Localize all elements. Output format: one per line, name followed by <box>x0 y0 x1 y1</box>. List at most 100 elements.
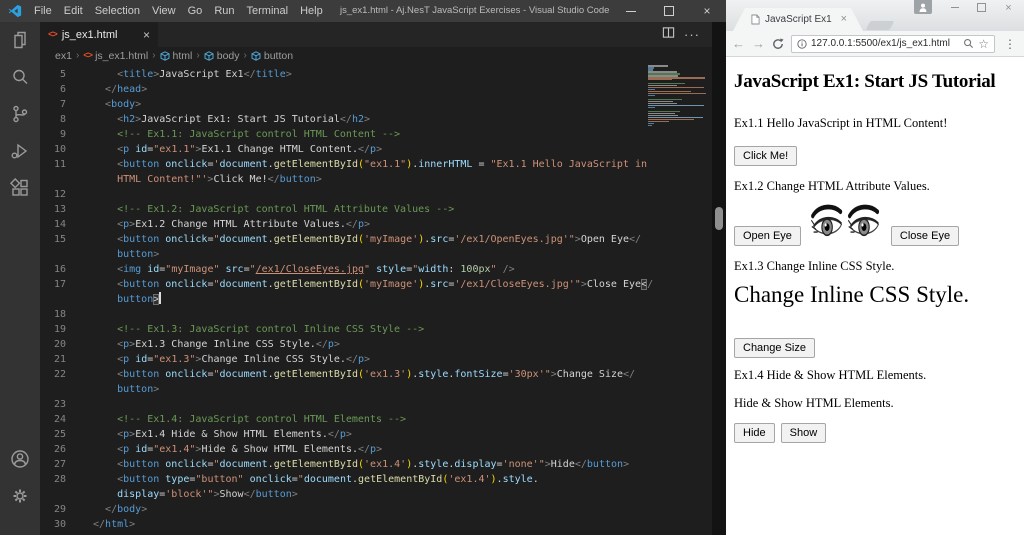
settings-gear-icon[interactable] <box>8 484 32 508</box>
minimize-icon[interactable] <box>941 0 968 15</box>
activity-bar <box>0 22 40 535</box>
forward-icon[interactable]: → <box>752 37 765 50</box>
hide-button[interactable]: Hide <box>734 423 775 444</box>
extensions-icon[interactable] <box>8 176 32 200</box>
ex1-2-text: Ex1.2 Change HTML Attribute Values. <box>734 179 930 194</box>
menu-terminal[interactable]: Terminal <box>241 0 295 22</box>
bookmark-star-icon[interactable]: ☆ <box>978 38 989 50</box>
maximize-icon[interactable] <box>968 0 995 15</box>
symbol-cube-icon <box>251 50 261 61</box>
menu-help[interactable]: Help <box>294 0 329 22</box>
code-text: <h2>JavaScript Ex1: Start JS Tutorial</h… <box>117 114 371 125</box>
code-line: 19 <!-- Ex1.3: JavaScript control Inline… <box>40 322 712 337</box>
profile-icon[interactable] <box>914 0 932 14</box>
breadcrumb-item-ex1[interactable]: ex1 <box>55 50 72 62</box>
breadcrumb-item-js-ex1-html[interactable]: <> js_ex1.html <box>83 50 148 62</box>
menu-go[interactable]: Go <box>182 0 209 22</box>
breadcrumb-item-body[interactable]: body <box>204 50 240 62</box>
window-edge-strip <box>712 22 726 535</box>
code-line: HTML Content!"'>Click Me!</button> <box>40 172 712 187</box>
scrollbar-grip[interactable] <box>715 207 723 230</box>
menubar: File Edit Selection View Go Run Terminal Help <box>28 0 329 22</box>
show-button[interactable]: Show <box>780 423 827 444</box>
menu-view[interactable]: View <box>146 0 182 22</box>
close-tab-icon[interactable]: × <box>841 14 847 25</box>
code-line: 12 <box>40 187 712 202</box>
window-title: js_ex1.html - Aj.NesT JavaScript Exercis… <box>340 5 610 16</box>
code-line: 20 <p>Ex1.3 Change Inline CSS Style.</p> <box>40 337 712 352</box>
open-eye-button[interactable]: Open Eye <box>734 226 801 247</box>
editor-tab-js-ex1[interactable]: <> js_ex1.html × <box>40 22 158 47</box>
breadcrumb-label: body <box>216 49 240 62</box>
code-line: 22 <button onclick="document.getElementB… <box>40 367 712 382</box>
code-text: display='block'">Show</button> <box>117 489 298 500</box>
menu-run[interactable]: Run <box>208 0 240 22</box>
line-number: 16 <box>53 264 66 275</box>
vscode-titlebar: File Edit Selection View Go Run Terminal Help j… <box>0 0 726 22</box>
change-size-button[interactable]: Change Size <box>734 338 815 359</box>
line-number: 14 <box>53 219 66 230</box>
account-icon[interactable] <box>8 447 32 471</box>
url-text[interactable]: 127.0.0.1:5500/ex1/js_ex1.html <box>811 38 959 49</box>
code-text: <title>JavaScript Ex1</title> <box>117 69 292 80</box>
reload-icon[interactable] <box>772 37 784 50</box>
minimize-icon[interactable] <box>612 0 650 22</box>
explorer-icon[interactable] <box>8 28 32 52</box>
split-editor-icon[interactable] <box>662 26 675 44</box>
minimap-line <box>648 86 704 89</box>
line-number: 26 <box>53 444 66 455</box>
menu-selection[interactable]: Selection <box>89 0 146 22</box>
minimap-line <box>648 92 706 95</box>
minimap-line <box>648 104 704 107</box>
close-icon[interactable]: × <box>688 0 726 22</box>
code-text: <img id="myImage" src="/ex1/CloseEyes.jp… <box>117 264 515 275</box>
line-number: 13 <box>53 204 66 215</box>
minimap-line <box>648 78 672 81</box>
line-number <box>40 487 66 502</box>
code-text: </head> <box>105 84 148 95</box>
line-number: 17 <box>53 279 66 290</box>
line-number <box>40 382 66 397</box>
close-eye-button[interactable]: Close Eye <box>890 226 960 247</box>
close-icon[interactable]: × <box>995 0 1022 15</box>
more-actions-icon[interactable]: ··· <box>684 28 700 41</box>
code-text: <button onclick="document.getElementById… <box>117 279 654 290</box>
zoom-icon[interactable] <box>963 38 974 49</box>
code-text: <!-- Ex1.4: JavaScript control HTML Elem… <box>117 414 407 425</box>
browser-tab[interactable]: JavaScript Ex1 × <box>733 8 863 31</box>
click-me-button[interactable]: Click Me! <box>734 146 798 167</box>
address-bar[interactable]: 127.0.0.1:5500/ex1/js_ex1.html ☆ <box>791 34 995 53</box>
info-icon[interactable] <box>797 38 807 49</box>
search-icon[interactable] <box>8 65 32 89</box>
breadcrumb-item-html[interactable]: html <box>160 49 193 62</box>
maximize-icon[interactable] <box>650 0 688 22</box>
menu-edit[interactable]: Edit <box>58 0 89 22</box>
breadcrumb-label: html <box>172 49 193 62</box>
code-lines: 5 <title>JavaScript Ex1</title> 6 </head>… <box>40 67 712 535</box>
line-number: 18 <box>53 309 66 320</box>
code-text: <p>Ex1.3 Change Inline CSS Style.</p> <box>117 339 340 350</box>
close-tab-icon[interactable]: × <box>143 29 150 41</box>
code-text: <p>Ex1.2 Change HTML Attribute Values.</… <box>117 219 371 230</box>
minimap[interactable] <box>648 65 708 129</box>
breadcrumb-separator: › <box>243 50 247 61</box>
breadcrumb-label: js_ex1.html <box>95 49 149 62</box>
breadcrumb-item-button[interactable]: button <box>251 50 293 62</box>
code-text: </body> <box>105 504 148 515</box>
menu-file[interactable]: File <box>28 0 58 22</box>
code-text: <button onclick="document.getElementById… <box>117 459 630 470</box>
line-number: 7 <box>59 99 66 110</box>
new-tab-button[interactable] <box>865 21 895 30</box>
back-icon[interactable]: ← <box>732 37 745 50</box>
symbol-cube-icon <box>204 50 214 61</box>
source-control-icon[interactable] <box>8 102 32 126</box>
code-line: 7 <body> <box>40 97 712 112</box>
rendered-page: JavaScript Ex1: Start JS Tutorial Ex1.1 … <box>726 58 1024 535</box>
code-editor[interactable]: 5 <title>JavaScript Ex1</title> 6 </head>… <box>40 64 712 535</box>
line-number: 11 <box>53 159 66 170</box>
code-text: <p id="ex1.4">Hide & Show HTML Elements.… <box>117 444 383 455</box>
browser-menu-icon[interactable]: ⋮ <box>1002 38 1018 50</box>
code-line: display='block'">Show</button> <box>40 487 712 502</box>
line-number: 20 <box>53 339 66 350</box>
run-debug-icon[interactable] <box>8 139 32 163</box>
